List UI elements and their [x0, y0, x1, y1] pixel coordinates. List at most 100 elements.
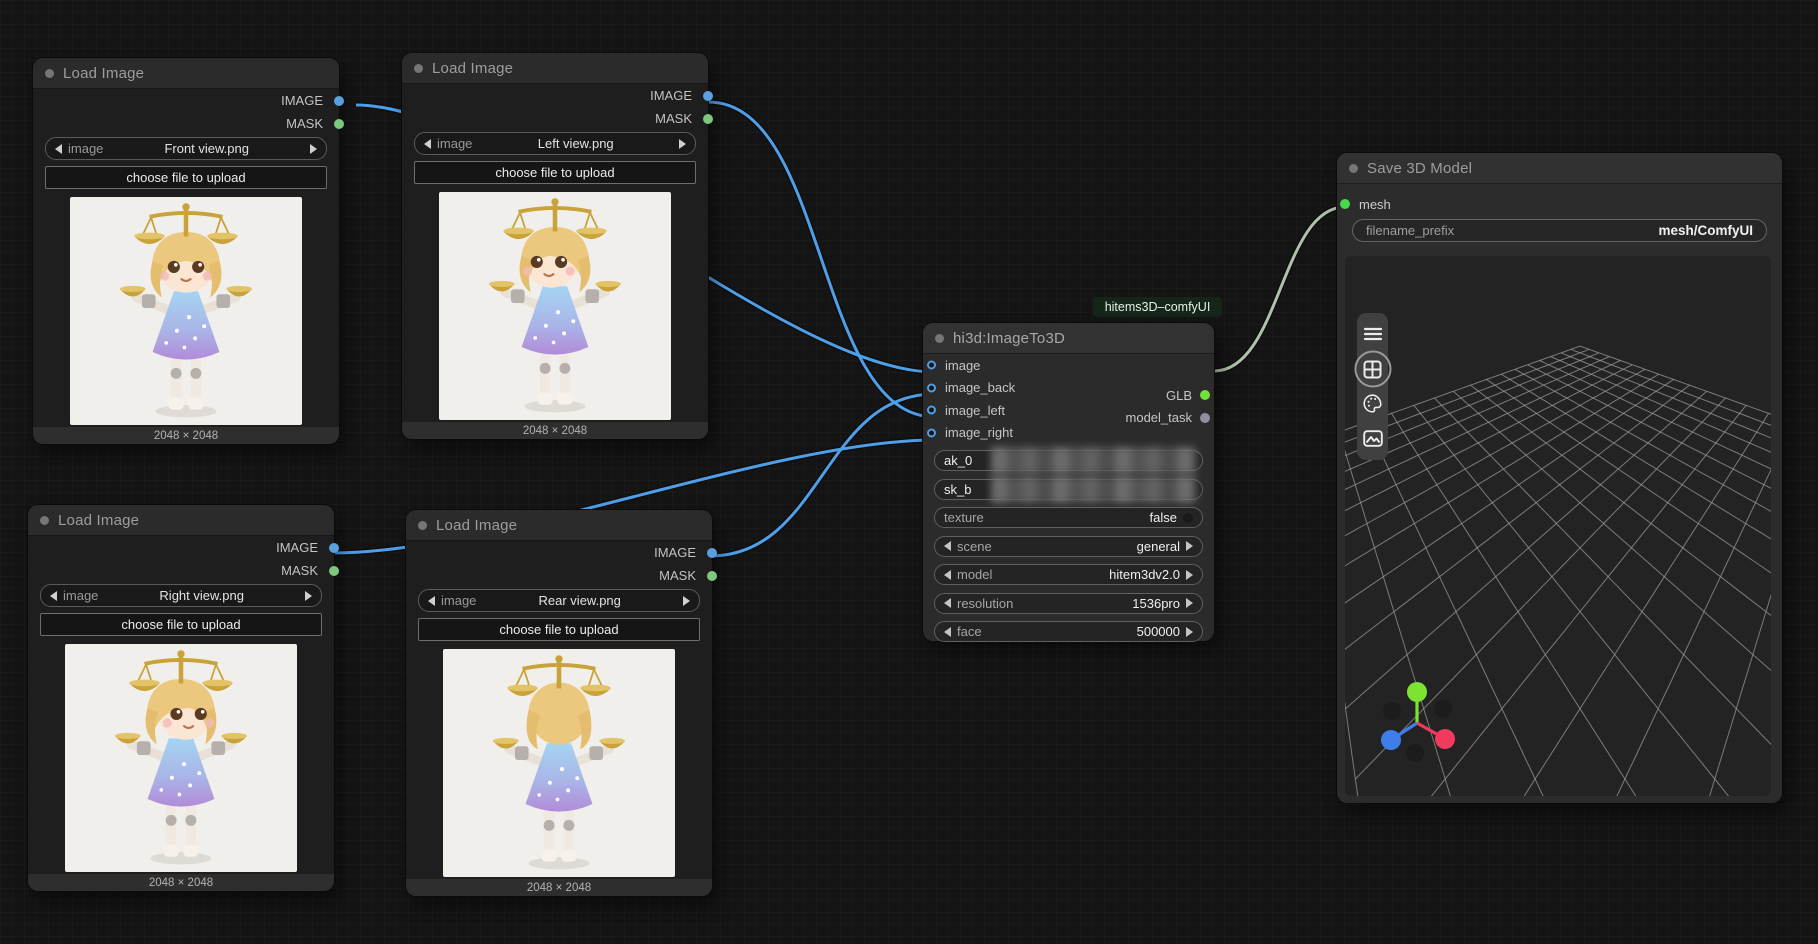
hi3d-image-to-3d-node[interactable]: hi3d:ImageTo3D image image_back image_le… [923, 323, 1214, 641]
combo-next-icon[interactable] [310, 144, 317, 154]
collapse-dot-icon[interactable] [418, 521, 427, 530]
load-image-node-left[interactable]: Load Image IMAGE MASK image Left view.pn… [402, 53, 708, 439]
load-image-node-rear[interactable]: Load Image IMAGE MASK image Rear view.pn… [406, 510, 712, 896]
load-image-node-front[interactable]: Load Image IMAGE MASK image Front view.p… [33, 58, 339, 444]
node-title: Load Image [63, 65, 144, 82]
combo-prev-icon[interactable] [428, 596, 435, 606]
node-header[interactable]: Save 3D Model [1337, 153, 1782, 184]
image-preview[interactable] [443, 649, 675, 877]
load-image-node-right[interactable]: Load Image IMAGE MASK image Right view.p… [28, 505, 334, 891]
output-image-label: IMAGE [281, 93, 323, 108]
output-model-task-row: model_task [1126, 407, 1214, 430]
resolution-combo[interactable]: resolution 1536pro [934, 593, 1203, 614]
axis-neg-ball [1434, 700, 1452, 718]
image-icon[interactable] [1357, 424, 1388, 454]
node-header[interactable]: hi3d:ImageTo3D [923, 323, 1214, 354]
image-output-port[interactable] [329, 543, 339, 553]
image-preview[interactable] [65, 644, 297, 872]
filename-prefix-field[interactable]: filename_prefix mesh/ComfyUI [1352, 219, 1767, 242]
model-viewport[interactable] [1345, 256, 1771, 796]
choose-file-button[interactable]: choose file to upload [414, 161, 696, 184]
image-combo-widget[interactable]: image Right view.png [40, 584, 322, 607]
combo-next-icon[interactable] [1186, 627, 1193, 637]
ak-key-field[interactable]: ak_0 [934, 450, 1203, 471]
choose-file-button[interactable]: choose file to upload [40, 613, 322, 636]
image-output-port[interactable] [707, 548, 717, 558]
image-preview[interactable] [439, 192, 671, 420]
face-combo[interactable]: face 500000 [934, 621, 1203, 642]
image-combo-widget[interactable]: image Rear view.png [418, 589, 700, 612]
choose-file-button[interactable]: choose file to upload [45, 166, 327, 189]
combo-prev-icon[interactable] [944, 541, 951, 551]
mesh-input-row: mesh [1337, 192, 1782, 216]
combo-prev-icon[interactable] [50, 591, 57, 601]
combo-next-icon[interactable] [1186, 570, 1193, 580]
image-combo-widget[interactable]: image Left view.png [414, 132, 696, 155]
image-preview[interactable] [70, 197, 302, 425]
node-header[interactable]: Load Image [33, 58, 339, 89]
mask-output-port[interactable] [334, 119, 344, 129]
mask-output-port[interactable] [707, 571, 717, 581]
save-3d-model-node[interactable]: Save 3D Model mesh filename_prefix mesh/… [1337, 153, 1782, 803]
output-image-row: IMAGE [33, 89, 339, 112]
output-image-row: IMAGE [406, 541, 712, 564]
output-image-label: IMAGE [654, 545, 696, 560]
image-left-input-port[interactable] [927, 406, 936, 415]
axis-neg-ball [1383, 702, 1401, 720]
selected-ring [1354, 351, 1391, 388]
glb-output-port[interactable] [1200, 390, 1210, 400]
model-task-output-port[interactable] [1200, 413, 1210, 423]
collapse-dot-icon[interactable] [45, 69, 54, 78]
texture-toggle[interactable]: texture false [934, 507, 1203, 528]
combo-prev-icon[interactable] [944, 627, 951, 637]
grid-view-icon[interactable] [1357, 354, 1388, 384]
menu-icon[interactable] [1357, 319, 1388, 349]
combo-label: image [437, 136, 472, 151]
image-size-caption: 2048 × 2048 [406, 879, 712, 896]
combo-value: Left view.png [478, 136, 673, 151]
image-output-port[interactable] [334, 96, 344, 106]
collapse-dot-icon[interactable] [935, 334, 944, 343]
collapse-dot-icon[interactable] [414, 64, 423, 73]
combo-next-icon[interactable] [1186, 541, 1193, 551]
node-header[interactable]: Load Image [402, 53, 708, 84]
toggle-knob-icon[interactable] [1183, 513, 1193, 523]
combo-prev-icon[interactable] [424, 139, 431, 149]
model-combo[interactable]: model hitem3dv2.0 [934, 564, 1203, 585]
image-input-port[interactable] [927, 361, 936, 370]
redacted-key-blur [991, 476, 1196, 503]
combo-prev-icon[interactable] [944, 570, 951, 580]
combo-next-icon[interactable] [305, 591, 312, 601]
axis-x-handle[interactable] [1435, 729, 1455, 749]
image-right-input-port[interactable] [927, 428, 936, 437]
combo-prev-icon[interactable] [944, 598, 951, 608]
combo-next-icon[interactable] [1186, 598, 1193, 608]
node-header[interactable]: Load Image [406, 510, 712, 541]
mesh-input-port[interactable] [1340, 199, 1350, 209]
sk-key-field[interactable]: sk_b [934, 479, 1203, 500]
node-badge: hitems3D–comfyUI [1093, 297, 1222, 317]
image-back-input-port[interactable] [927, 383, 936, 392]
collapse-dot-icon[interactable] [40, 516, 49, 525]
axis-z-handle[interactable] [1381, 730, 1401, 750]
mask-output-port[interactable] [329, 566, 339, 576]
node-header[interactable]: Load Image [28, 505, 334, 536]
wire-rear-to-image-back [710, 394, 935, 556]
combo-next-icon[interactable] [683, 596, 690, 606]
wire-glb-to-mesh [1214, 207, 1345, 371]
axis-gizmo[interactable] [1373, 668, 1463, 763]
image-output-port[interactable] [703, 91, 713, 101]
collapse-dot-icon[interactable] [1349, 164, 1358, 173]
scene-combo[interactable]: scene general [934, 536, 1203, 557]
wire-left-to-image-left [708, 102, 935, 417]
combo-prev-icon[interactable] [55, 144, 62, 154]
image-combo-widget[interactable]: image Front view.png [45, 137, 327, 160]
combo-value: Right view.png [104, 588, 299, 603]
palette-icon[interactable] [1357, 389, 1388, 419]
mask-output-port[interactable] [703, 114, 713, 124]
choose-file-button[interactable]: choose file to upload [418, 618, 700, 641]
combo-next-icon[interactable] [679, 139, 686, 149]
output-mask-row: MASK [402, 107, 708, 130]
input-image-row: image [923, 354, 1214, 377]
axis-y-handle[interactable] [1407, 682, 1427, 702]
